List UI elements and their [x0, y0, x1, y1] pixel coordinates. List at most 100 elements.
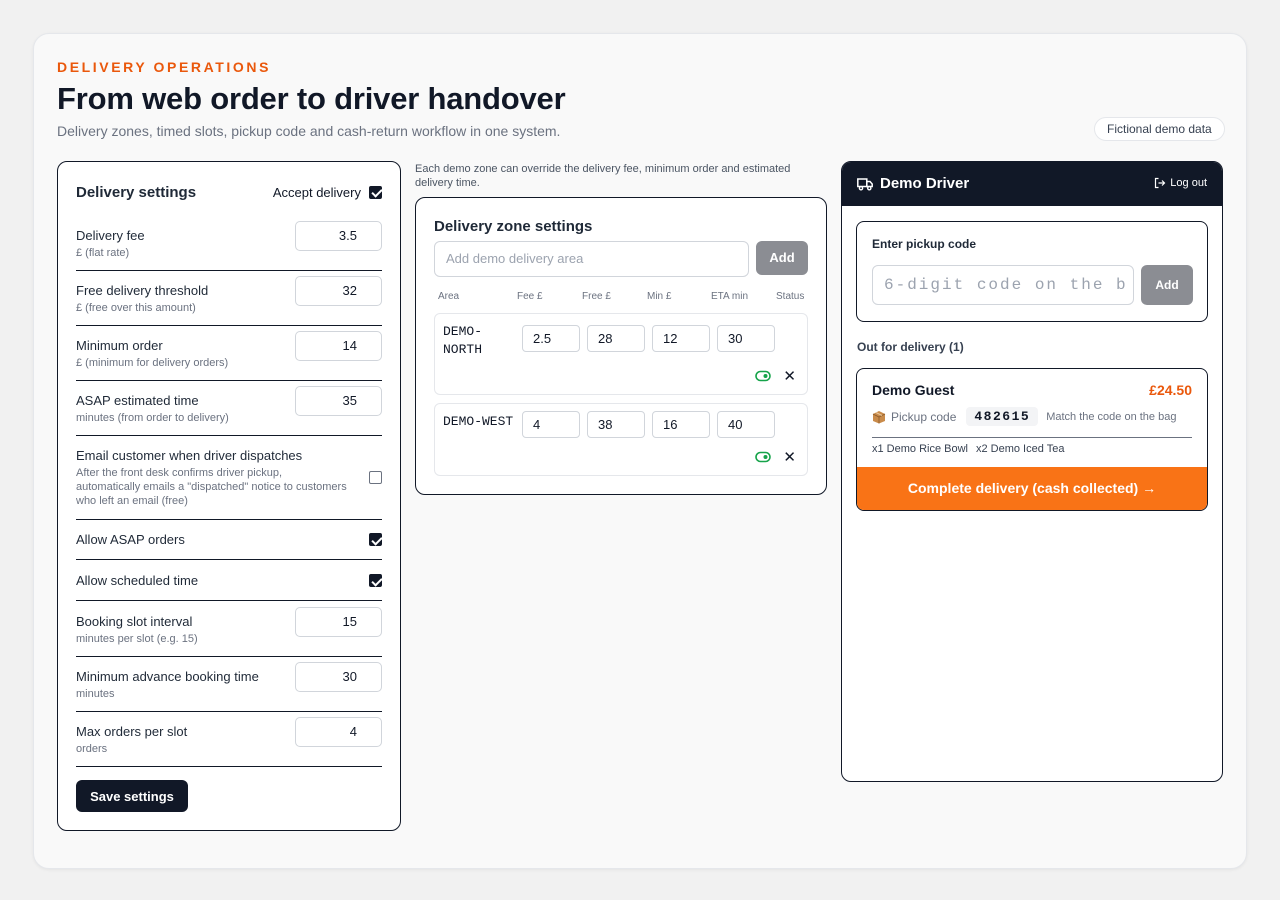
match-hint: Match the code on the bag: [1046, 410, 1177, 423]
slot-interval-input[interactable]: 15: [295, 607, 382, 637]
col-eta: ETA min: [711, 291, 749, 302]
guest-name: Demo Guest: [872, 382, 955, 398]
advance-booking-hint: minutes: [76, 688, 115, 700]
order-items: x1 Demo Rice Bowl x2 Demo Iced Tea: [872, 443, 1064, 455]
package-icon: [872, 410, 886, 423]
zone-name: DEMO-WEST: [443, 414, 514, 429]
zone-name: DEMO- NORTH: [443, 324, 483, 357]
logout-label: Log out: [1170, 177, 1207, 189]
asap-time-input[interactable]: 35: [295, 386, 382, 416]
accept-delivery-checkbox[interactable]: [369, 185, 382, 199]
pickup-title: Enter pickup code: [872, 237, 977, 251]
zone-note: Each demo zone can override the delivery…: [415, 163, 791, 189]
logout-icon: [1155, 177, 1166, 189]
col-area: Area: [438, 291, 460, 302]
zone-min-input[interactable]: 12: [652, 325, 710, 352]
zone-area-input[interactable]: Add demo delivery area: [434, 241, 749, 277]
allow-asap-row: Allow ASAP orders: [76, 532, 382, 560]
free-threshold-input[interactable]: 32: [295, 276, 382, 306]
col-min: Min £: [647, 291, 672, 302]
demo-data-pill: Fictional demo data: [1094, 117, 1225, 141]
col-free: Free £: [582, 291, 611, 302]
allow-scheduled-checkbox[interactable]: [369, 574, 382, 587]
zone-eta-input[interactable]: 40: [717, 411, 775, 438]
email-dispatch-label: Email customer when driver dispatches: [76, 448, 303, 463]
zone-free-input[interactable]: 38: [587, 411, 645, 438]
zones-title: Delivery zone settings: [434, 218, 593, 235]
pickup-code-label: Pickup code: [891, 409, 957, 424]
allow-scheduled-row: Allow scheduled time: [76, 573, 382, 601]
email-dispatch-hint: After the front desk confirms driver pic…: [76, 467, 347, 507]
driver-panel: Demo Driver Log out Enter pickup code 6-…: [841, 161, 1223, 782]
advance-booking-row: Minimum advance booking time minutes 30: [76, 662, 382, 712]
delete-zone-icon[interactable]: ✕: [783, 369, 796, 384]
order-total: £24.50: [1149, 382, 1192, 398]
asap-time-label: ASAP estimated time: [76, 393, 199, 408]
max-orders-label: Max orders per slot: [76, 724, 188, 739]
email-dispatch-checkbox[interactable]: [369, 471, 382, 484]
email-dispatch-row: Email customer when driver dispatches Af…: [76, 448, 382, 520]
toggle-on-icon[interactable]: [755, 451, 771, 463]
add-zone-button[interactable]: Add: [756, 241, 808, 275]
minimum-order-input[interactable]: 14: [295, 331, 382, 361]
zone-eta-input[interactable]: 30: [717, 325, 775, 352]
max-orders-input[interactable]: 4: [295, 717, 382, 747]
logout-button[interactable]: Log out: [1154, 177, 1207, 189]
advance-booking-input[interactable]: 30: [295, 662, 382, 692]
delete-zone-icon[interactable]: ✕: [783, 450, 796, 465]
zone-row: DEMO- NORTH 2.5 28 12 30 ✕: [434, 313, 808, 395]
pickup-code-input[interactable]: 6-digit code on the b: [872, 265, 1134, 305]
save-settings-button[interactable]: Save settings: [76, 780, 188, 812]
max-orders-hint: orders: [76, 743, 108, 755]
settings-title: Delivery settings: [76, 183, 197, 201]
free-threshold-row: Free delivery threshold £ (free over thi…: [76, 276, 382, 326]
page-title: From web order to driver handover: [57, 81, 566, 116]
order-card: Demo Guest £24.50 Pickup code 482615 Mat…: [856, 368, 1208, 511]
free-threshold-hint: £ (free over this amount): [76, 302, 196, 314]
free-threshold-label: Free delivery threshold: [76, 283, 209, 298]
delivery-fee-hint: £ (flat rate): [76, 247, 130, 259]
delivery-fee-input[interactable]: 3.5: [295, 221, 382, 251]
delivery-settings-panel: Delivery settings Accept delivery Delive…: [57, 161, 401, 831]
complete-delivery-button[interactable]: Complete delivery (cash collected) →: [857, 467, 1207, 510]
allow-asap-label: Allow ASAP orders: [76, 532, 185, 547]
minimum-order-hint: £ (minimum for delivery orders): [76, 357, 229, 369]
minimum-order-row: Minimum order £ (minimum for delivery or…: [76, 331, 382, 381]
pickup-add-button[interactable]: Add: [1141, 265, 1193, 305]
col-fee: Fee £: [517, 291, 543, 302]
truck-icon: [857, 178, 873, 191]
pickup-code-value: 482615: [966, 407, 1039, 426]
zone-settings-panel: Delivery zone settings Add demo delivery…: [415, 197, 827, 495]
minimum-order-label: Minimum order: [76, 338, 163, 353]
delivery-fee-row: Delivery fee £ (flat rate) 3.5: [76, 221, 382, 271]
zone-free-input[interactable]: 28: [587, 325, 645, 352]
slot-interval-row: Booking slot interval minutes per slot (…: [76, 607, 382, 657]
order-item: x1 Demo Rice Bowl: [872, 443, 968, 455]
slot-interval-label: Booking slot interval: [76, 614, 193, 629]
order-divider: [872, 437, 1192, 438]
advance-booking-label: Minimum advance booking time: [76, 669, 259, 684]
out-for-delivery-label: Out for delivery (1): [857, 340, 964, 354]
order-item: x2 Demo Iced Tea: [975, 443, 1065, 455]
allow-asap-checkbox[interactable]: [369, 533, 382, 546]
asap-time-hint: minutes (from order to delivery): [76, 412, 229, 424]
page-subtitle: Delivery zones, timed slots, pickup code…: [57, 123, 561, 139]
delivery-fee-label: Delivery fee: [76, 228, 145, 243]
accept-delivery-label: Accept delivery: [272, 184, 361, 200]
pickup-code-row: Pickup code 482615 Match the code on the…: [872, 407, 1176, 426]
accept-delivery-toggle[interactable]: Accept delivery: [273, 185, 382, 200]
toggle-on-icon[interactable]: [755, 370, 771, 382]
driver-header: Demo Driver Log out: [842, 162, 1222, 206]
eyebrow: DELIVERY OPERATIONS: [57, 59, 272, 75]
zone-fee-input[interactable]: 2.5: [522, 325, 580, 352]
allow-scheduled-label: Allow scheduled time: [76, 573, 199, 588]
zone-fee-input[interactable]: 4: [522, 411, 580, 438]
max-orders-row: Max orders per slot orders 4: [76, 717, 382, 767]
driver-title: Demo Driver: [880, 175, 970, 192]
zone-min-input[interactable]: 16: [652, 411, 710, 438]
asap-time-row: ASAP estimated time minutes (from order …: [76, 386, 382, 436]
pickup-code-box: Enter pickup code 6-digit code on the b …: [856, 221, 1208, 322]
col-status: Status: [776, 291, 805, 302]
zone-row: DEMO-WEST 4 38 16 40 ✕: [434, 403, 808, 476]
slot-interval-hint: minutes per slot (e.g. 15): [76, 633, 198, 645]
